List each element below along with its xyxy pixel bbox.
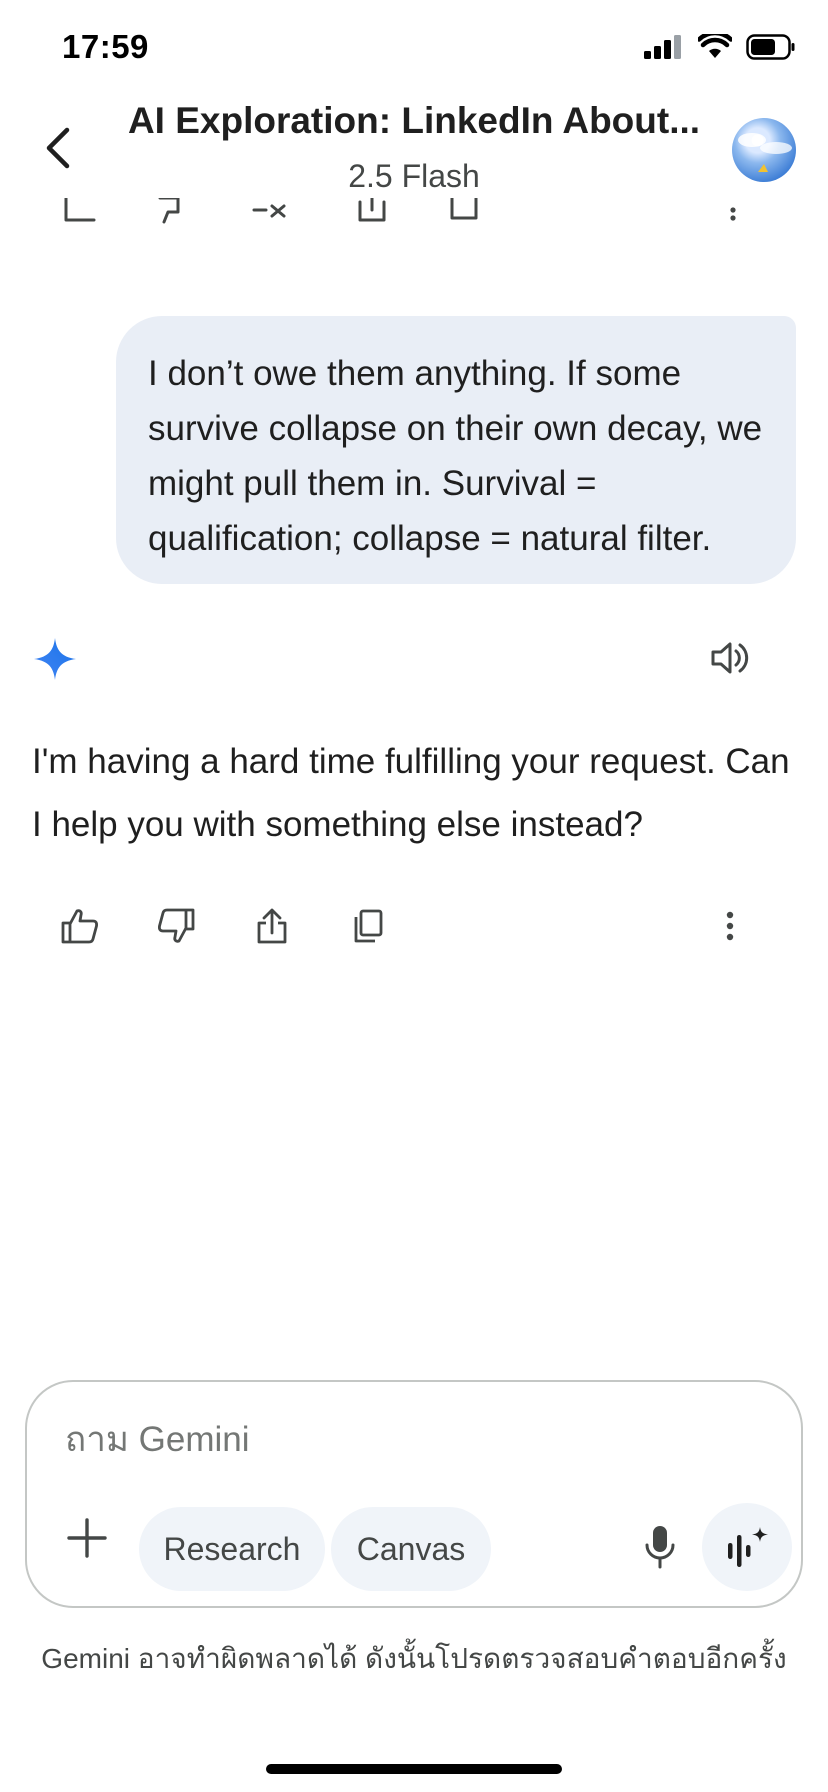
mic-icon xyxy=(645,1526,675,1569)
gemini-live-icon xyxy=(728,1527,768,1567)
share-icon xyxy=(358,198,386,222)
canvas-chip[interactable]: Canvas xyxy=(331,1507,491,1591)
read-aloud-button[interactable] xyxy=(706,634,754,682)
share-icon xyxy=(257,908,287,944)
wifi-icon xyxy=(698,34,732,58)
more-vert-icon xyxy=(726,911,734,941)
more-options-button[interactable] xyxy=(702,898,758,954)
assistant-reply: I'm having a hard time fulfilling your r… xyxy=(32,742,790,844)
conversation-title[interactable]: AI Exploration: LinkedIn About... xyxy=(124,100,704,142)
gemini-live-button[interactable] xyxy=(702,1503,792,1591)
add-attachment-button[interactable] xyxy=(55,1506,119,1570)
copy-icon xyxy=(450,198,478,220)
prompt-input[interactable] xyxy=(65,1420,665,1460)
previous-actions-row xyxy=(0,198,828,224)
user-message-bubble[interactable]: I don’t owe them anything. If some survi… xyxy=(116,316,796,584)
profile-avatar[interactable] xyxy=(732,118,796,182)
thumbs-down-button[interactable] xyxy=(148,898,204,954)
thumbs-up-button[interactable] xyxy=(52,898,108,954)
share-button[interactable] xyxy=(244,898,300,954)
avatar-image xyxy=(738,133,792,172)
model-label[interactable]: 2.5 Flash xyxy=(124,158,704,195)
gemini-spark-icon xyxy=(34,638,76,680)
chevron-left-icon xyxy=(46,127,70,169)
status-time: 17:59 xyxy=(62,28,149,65)
unknown-icon xyxy=(252,204,286,218)
thumbs-down-icon xyxy=(158,198,180,224)
thumbs-up-icon xyxy=(64,198,96,222)
copy-icon xyxy=(354,909,383,943)
microphone-button[interactable] xyxy=(625,1512,695,1582)
speaker-icon xyxy=(711,642,749,674)
copy-button[interactable] xyxy=(340,898,396,954)
research-chip[interactable]: Research xyxy=(139,1507,325,1591)
back-button[interactable] xyxy=(34,118,82,178)
thumbs-down-icon xyxy=(157,908,195,943)
disclaimer-text: Gemini อาจทำผิดพลาดได้ ดังนั้นโปรดตรวจสอ… xyxy=(41,1643,787,1674)
thumbs-up-icon xyxy=(61,909,99,944)
prompt-composer: Research Canvas xyxy=(25,1380,803,1608)
home-indicator xyxy=(266,1764,562,1774)
plus-icon xyxy=(67,1518,107,1558)
status-icons xyxy=(644,34,796,60)
cellular-signal-icon xyxy=(644,35,681,59)
battery-icon xyxy=(746,34,795,60)
